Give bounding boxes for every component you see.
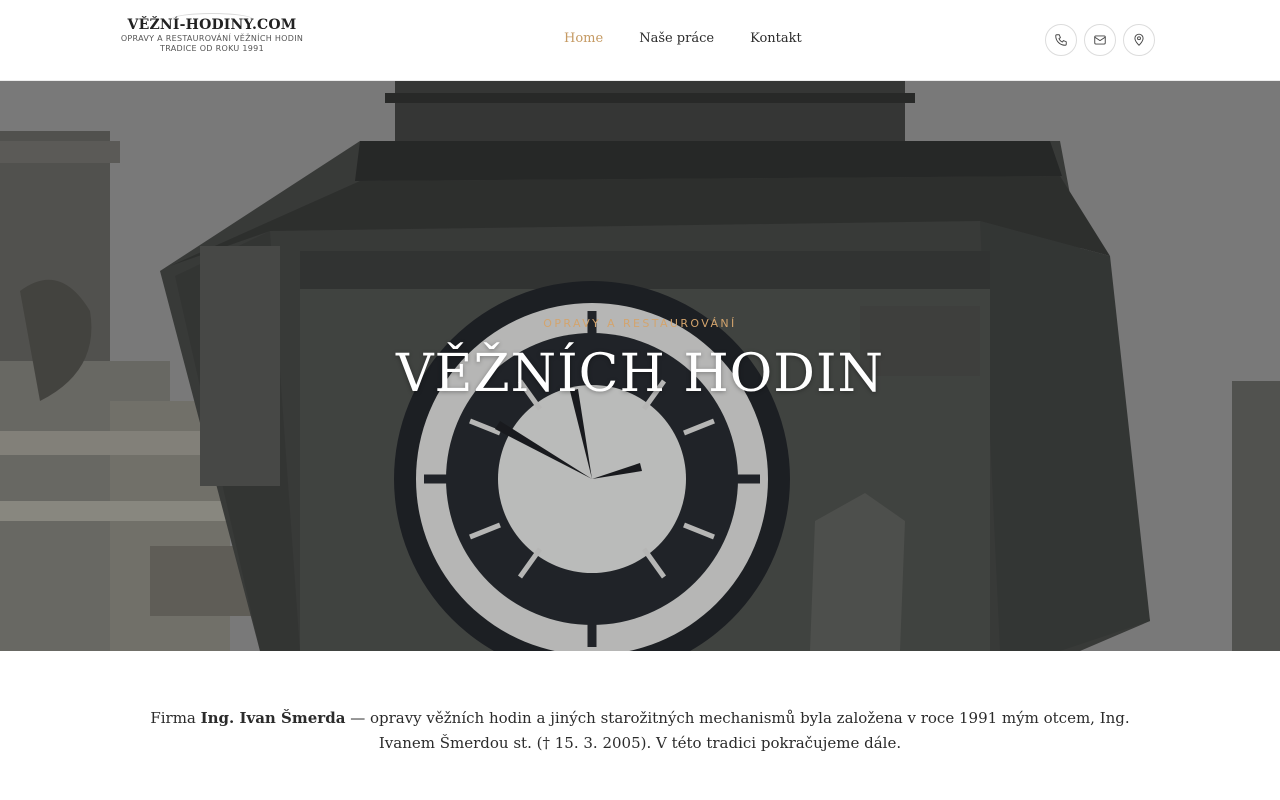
nav-nase-prace[interactable]: Naše práce	[639, 30, 714, 48]
site-header: VĚŽNÍ-HODINY.COM OPRAVY A RESTAUROVÁNÍ V…	[0, 0, 1280, 81]
logo-tagline: TRADICE OD ROKU 1991	[160, 44, 264, 53]
nav-kontakt[interactable]: Kontakt	[750, 30, 802, 48]
intro-company-name: Ing. Ivan Šmerda	[200, 709, 346, 727]
hero-kicker: OPRAVY A RESTAUROVÁNÍ	[543, 317, 737, 330]
location-button[interactable]	[1123, 24, 1155, 56]
nav-home[interactable]: Home	[564, 30, 603, 48]
hero-title: VĚŽNÍCH HODIN	[395, 344, 885, 404]
main-nav: Home Naše práce Kontakt	[564, 30, 838, 48]
mail-button[interactable]	[1084, 24, 1116, 56]
hero: OPRAVY A RESTAUROVÁNÍ VĚŽNÍCH HODIN	[0, 81, 1280, 651]
logo-arc	[170, 13, 254, 27]
logo-subtitle: OPRAVY A RESTAUROVÁNÍ VĚŽNÍCH HODIN	[120, 34, 304, 43]
intro-prefix: Firma	[150, 709, 201, 727]
intro-text: — opravy věžních hodin a jiných starožit…	[345, 709, 1130, 752]
logo[interactable]: VĚŽNÍ-HODINY.COM OPRAVY A RESTAUROVÁNÍ V…	[118, 13, 306, 54]
location-pin-icon	[1134, 33, 1144, 46]
mail-icon	[1094, 35, 1106, 45]
intro-paragraph: Firma Ing. Ivan Šmerda — opravy věžních …	[150, 706, 1130, 756]
phone-button[interactable]	[1045, 24, 1077, 56]
contact-icons	[1045, 24, 1162, 56]
phone-icon	[1055, 34, 1067, 46]
